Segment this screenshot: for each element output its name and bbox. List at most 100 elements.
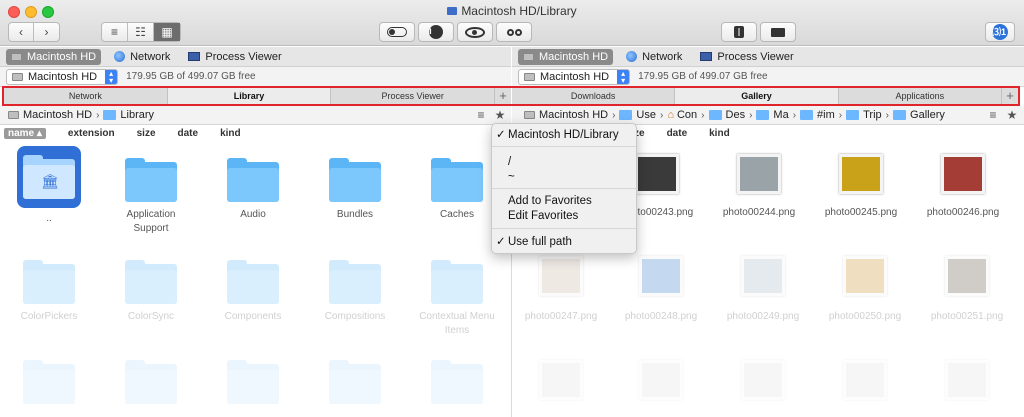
- left-device-bar: Macintosh HD Network Process Viewer: [0, 47, 511, 67]
- breadcrumb-images[interactable]: #im: [800, 109, 835, 121]
- tab-downloads[interactable]: Downloads: [512, 88, 676, 104]
- window-title-text: Macintosh HD/Library: [461, 4, 577, 18]
- tab-network[interactable]: Network: [4, 88, 168, 104]
- sort-date[interactable]: date: [667, 128, 688, 139]
- sort-name[interactable]: name ▴: [4, 127, 46, 139]
- sort-size[interactable]: size: [137, 128, 156, 139]
- split-panel-icon[interactable]: [721, 22, 757, 42]
- tab-process-viewer[interactable]: Process Viewer: [331, 88, 496, 104]
- photo-item[interactable]: photo00248.png: [616, 256, 706, 324]
- photo-item[interactable]: photo00251.png: [922, 256, 1012, 324]
- grid-icon[interactable]: ▦: [154, 23, 180, 41]
- photo-item[interactable]: photo00249.png: [718, 256, 808, 324]
- photo-thumbnail: [843, 360, 887, 400]
- photo-label: photo00250.png: [828, 311, 902, 322]
- badge-button[interactable]: ⑶1: [985, 22, 1015, 42]
- breadcrumb-macintosh-hd[interactable]: Macintosh HD: [8, 109, 92, 121]
- grid-item-bundles[interactable]: Bundles: [310, 158, 400, 222]
- breadcrumb-gallery[interactable]: Gallery: [893, 109, 945, 121]
- menu-item-add-favorites[interactable]: Add to Favorites: [492, 193, 638, 209]
- grid-item-colorpickers[interactable]: ColorPickers: [4, 260, 94, 324]
- photo-thumbnail: [941, 154, 985, 194]
- photo-ghost: [616, 360, 706, 400]
- grid-item-components[interactable]: Components: [208, 260, 298, 324]
- volume-label: Macintosh HD: [540, 70, 610, 83]
- chevron-right-icon: ›: [701, 109, 705, 121]
- photo-item[interactable]: photo00247.png: [516, 256, 606, 324]
- tab-library[interactable]: Library: [167, 88, 332, 104]
- breadcrumb-label: Use: [636, 109, 656, 121]
- menu-item-current-path[interactable]: ✓ Macintosh HD/Library: [492, 127, 638, 143]
- photo-item[interactable]: photo00246.png: [918, 154, 1008, 220]
- menu-item-edit-favorites[interactable]: Edit Favorites: [492, 208, 638, 224]
- sort-extension[interactable]: extension: [68, 128, 115, 139]
- photo-ghost: [516, 360, 606, 400]
- checkmark-icon: ✓: [496, 236, 506, 248]
- binoculars-icon[interactable]: [496, 22, 532, 42]
- breadcrumb-label: Macintosh HD: [539, 109, 609, 121]
- breadcrumb-users[interactable]: Use: [619, 109, 656, 121]
- hamburger-icon[interactable]: ≡: [986, 108, 1000, 122]
- star-icon[interactable]: ★: [493, 108, 507, 122]
- breadcrumb-label: Macintosh HD: [23, 109, 93, 121]
- photo-item[interactable]: photo00250.png: [820, 256, 910, 324]
- sort-date[interactable]: date: [178, 128, 199, 139]
- free-space-text: 179.95 GB of 499.07 GB free: [126, 71, 256, 82]
- grid-item-contextual-menu-items[interactable]: Contextual Menu Items: [412, 260, 502, 338]
- photo-item[interactable]: photo00245.png: [816, 154, 906, 220]
- breadcrumb-trip[interactable]: Trip: [846, 109, 882, 121]
- device-network[interactable]: Network: [621, 49, 687, 65]
- photo-thumbnail: [539, 256, 583, 296]
- folder-icon: [329, 360, 381, 404]
- breadcrumb-label: #im: [817, 109, 835, 121]
- tab-applications[interactable]: Applications: [839, 88, 1002, 104]
- toggle-icon[interactable]: [379, 22, 415, 42]
- breadcrumb-home[interactable]: ⌂ Con: [667, 109, 697, 121]
- home-icon: ⌂: [667, 109, 674, 121]
- sort-kind[interactable]: kind: [220, 128, 241, 139]
- list-icon[interactable]: ≡: [102, 23, 128, 41]
- folder-icon: [227, 260, 279, 304]
- grid-item-compositions[interactable]: Compositions: [310, 260, 400, 324]
- grid-item-label: Components: [224, 311, 282, 322]
- device-macintosh-hd[interactable]: Macintosh HD: [518, 48, 614, 65]
- chevron-right-icon[interactable]: ›: [34, 23, 59, 41]
- volume-selector[interactable]: Macintosh HD ▴ ▾: [6, 68, 119, 85]
- grid-item-label: Bundles: [336, 209, 374, 220]
- menu-item-home[interactable]: ~: [492, 169, 638, 185]
- breadcrumb-library[interactable]: Library: [103, 109, 154, 121]
- grid-item-application-support[interactable]: Application Support: [106, 158, 196, 236]
- grid-item-colorsync[interactable]: ColorSync: [106, 260, 196, 324]
- photo-label: photo00245.png: [824, 207, 898, 218]
- breadcrumb-mac[interactable]: Ma: [756, 109, 789, 121]
- sort-kind[interactable]: kind: [709, 128, 730, 139]
- breadcrumb-macintosh-hd[interactable]: Macintosh HD: [524, 109, 608, 121]
- screen-icon[interactable]: [760, 22, 796, 42]
- device-process-viewer[interactable]: Process Viewer: [695, 49, 798, 65]
- chevron-left-icon[interactable]: ‹: [9, 23, 34, 41]
- tab-gallery[interactable]: Gallery: [675, 88, 839, 104]
- volume-selector[interactable]: Macintosh HD ▴ ▾: [518, 68, 631, 85]
- folder-icon: [756, 110, 770, 120]
- photo-ghost: [922, 360, 1012, 400]
- folder-icon: [893, 110, 907, 120]
- menu-item-root[interactable]: /: [492, 154, 638, 170]
- grid-item-parent[interactable]: 🏛 ..: [4, 146, 94, 226]
- device-network[interactable]: Network: [109, 49, 175, 65]
- hamburger-icon[interactable]: ≡: [474, 108, 488, 122]
- eye-icon[interactable]: [457, 22, 493, 42]
- breadcrumb-desktop[interactable]: Des: [708, 109, 745, 121]
- photo-item[interactable]: photo00244.png: [714, 154, 804, 220]
- menu-item-use-full-path[interactable]: ✓ Use full path: [492, 234, 638, 250]
- star-icon[interactable]: ★: [1005, 108, 1019, 122]
- device-process-viewer[interactable]: Process Viewer: [183, 49, 286, 65]
- grid-item-audio[interactable]: Audio: [208, 158, 298, 222]
- badge-count: ⑶1: [992, 24, 1008, 40]
- device-macintosh-hd[interactable]: Macintosh HD: [6, 48, 102, 65]
- info-icon[interactable]: i: [418, 22, 454, 42]
- add-tab-icon[interactable]: +: [495, 88, 511, 104]
- grid-item-caches[interactable]: Caches: [412, 158, 502, 222]
- add-tab-icon[interactable]: +: [1002, 88, 1018, 104]
- columns-icon[interactable]: ☷: [128, 23, 154, 41]
- free-space-text: 179.95 GB of 499.07 GB free: [638, 71, 768, 82]
